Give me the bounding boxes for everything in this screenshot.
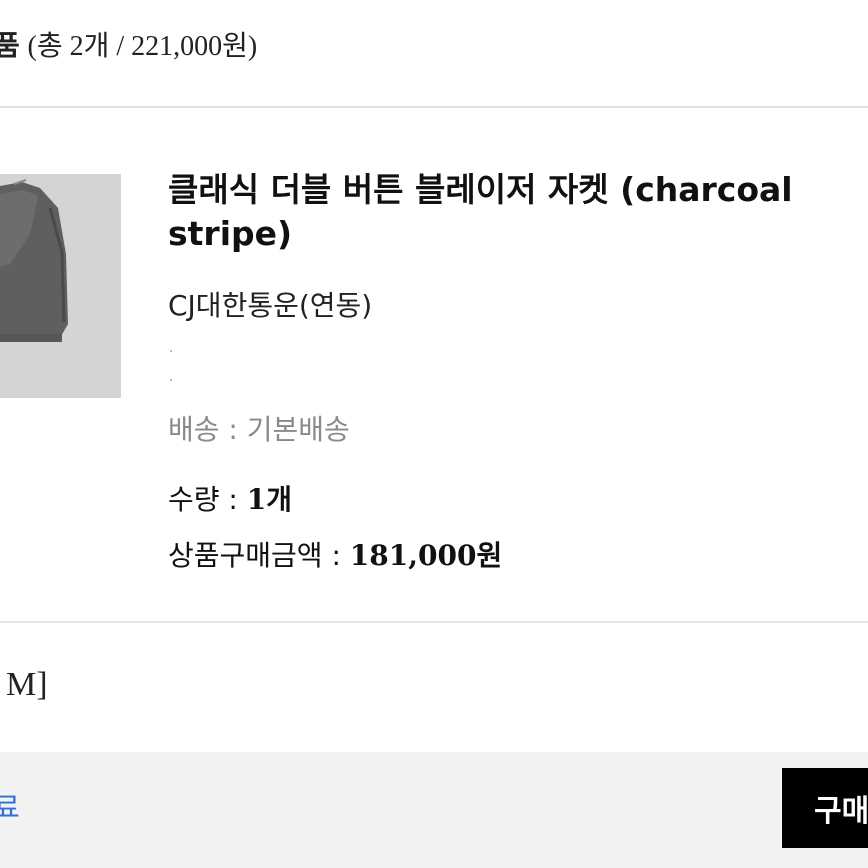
product-title-line1: 클래식 더블 버튼 블레이저 자켓 (charcoal bbox=[168, 170, 793, 209]
price-value: 181,000원 bbox=[349, 539, 503, 572]
blazer-icon bbox=[0, 179, 68, 342]
buy-button[interactable]: 구매 bbox=[782, 768, 868, 848]
order-summary: 품 (총 2개 / 221,000원) bbox=[0, 24, 257, 64]
courier-label: CJ대한통운(연동) bbox=[168, 289, 373, 322]
order-total-summary: (총 2개 / 221,000원) bbox=[27, 31, 258, 62]
header-label: 품 bbox=[0, 30, 20, 61]
quantity-row: 수량 : 1개 bbox=[168, 478, 292, 518]
price-row: 상품구매금액 : 181,000원 bbox=[168, 534, 502, 574]
price-label: 상품구매금액 : bbox=[168, 539, 350, 572]
cancel-link[interactable]: 료 bbox=[0, 786, 20, 826]
product-title-line2: stripe) bbox=[168, 214, 293, 253]
divider-dot bbox=[170, 379, 172, 381]
product-thumbnail[interactable] bbox=[0, 174, 121, 398]
quantity-value: 1개 bbox=[246, 483, 293, 516]
option-text: M] bbox=[6, 666, 48, 703]
quantity-label: 수량 : bbox=[168, 483, 247, 516]
section-divider bbox=[0, 621, 868, 623]
product-title[interactable]: 클래식 더블 버튼 블레이저 자켓 (charcoal stripe) bbox=[168, 168, 868, 256]
order-header: 품 (총 2개 / 221,000원) bbox=[0, 0, 868, 108]
shipping-method: 배송 : 기본배송 bbox=[168, 413, 350, 446]
bottom-action-bar bbox=[0, 752, 868, 868]
divider-dot bbox=[170, 350, 172, 352]
